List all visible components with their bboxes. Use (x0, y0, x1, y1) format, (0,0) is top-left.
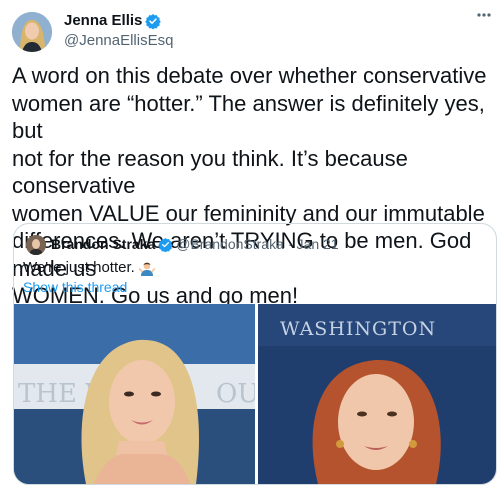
verified-badge-icon (158, 237, 173, 252)
author-avatar[interactable] (12, 12, 52, 52)
quoted-author-row: Brandon Straka @BrandonStraka · Jan 21 (51, 236, 339, 252)
author-name-row: Jenna Ellis (64, 12, 162, 29)
author-handle[interactable]: @JennaEllisEsq (64, 32, 173, 49)
quoted-text: We're just hotter. (23, 259, 135, 276)
quoted-handle[interactable]: @BrandonStraka (176, 236, 284, 252)
more-options-icon[interactable] (476, 8, 492, 20)
meta-separator: · (287, 236, 293, 252)
media-image-right[interactable]: WASHINGTON (258, 304, 496, 484)
quoted-display-name[interactable]: Brandon Straka (51, 236, 155, 252)
svg-text:OU: OU (216, 379, 255, 409)
quoted-tweet-card[interactable]: Brandon Straka @BrandonStraka · Jan 21 W… (13, 223, 497, 485)
author-display-name[interactable]: Jenna Ellis (64, 12, 142, 29)
quoted-author-avatar[interactable] (26, 235, 46, 255)
show-this-thread-link[interactable]: Show this thread (23, 279, 127, 295)
media-image-left[interactable]: THE W OU (14, 304, 255, 484)
quoted-media[interactable]: THE W OU WASHINGTON (14, 304, 496, 484)
media-caption-washington: WASHINGTON (280, 318, 437, 340)
man-shrugging-emoji (138, 260, 156, 276)
quoted-date[interactable]: Jan 21 (297, 236, 339, 252)
quoted-text-row: We're just hotter. (23, 259, 156, 276)
verified-badge-icon (145, 13, 162, 29)
